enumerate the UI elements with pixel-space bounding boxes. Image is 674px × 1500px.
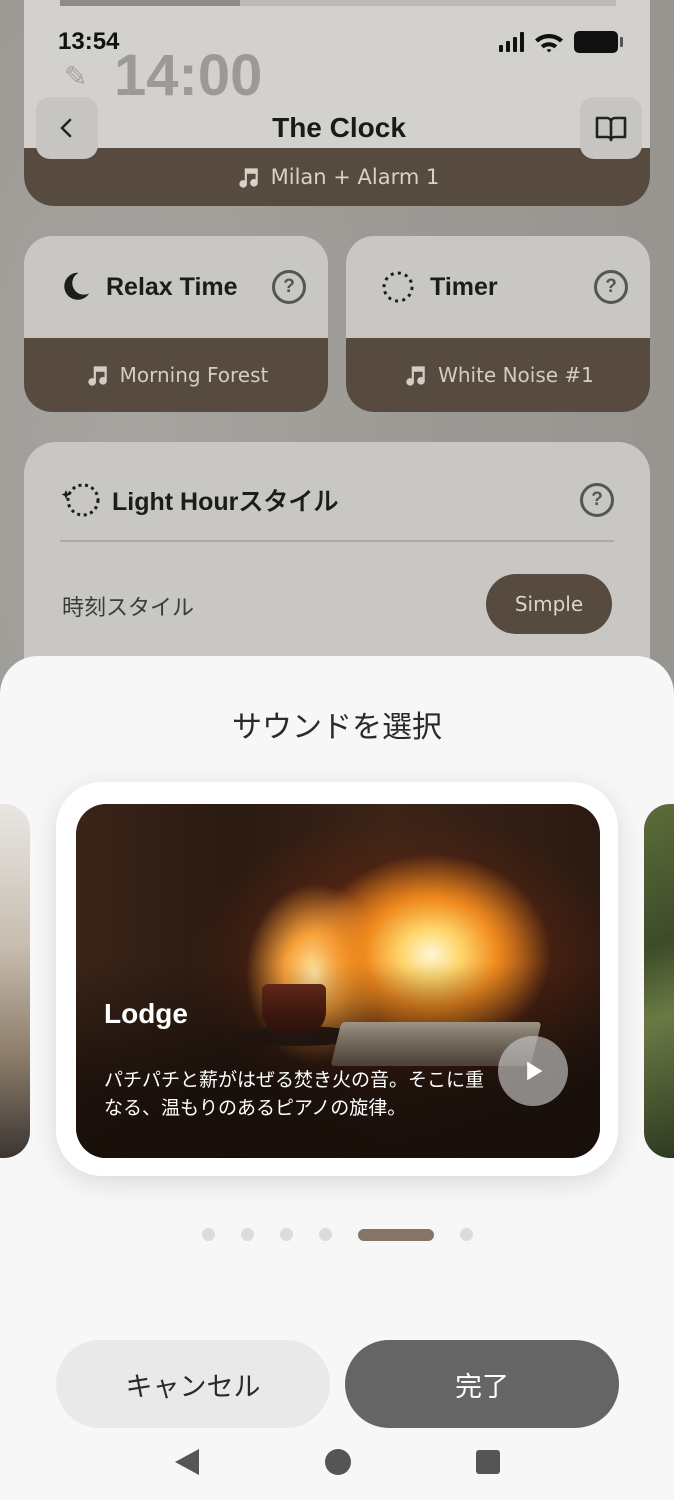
sound-description: パチパチと薪がはぜる焚き火の音。そこに重なる、温もりのあるピアノの旋律。 [104,1069,485,1119]
page-title: The Clock [272,112,406,143]
back-triangle-icon[interactable] [173,1447,201,1477]
timer-sound-band[interactable]: White Noise #1 [346,338,650,412]
sound-image: Lodge パチパチと薪がはぜる焚き火の音。そこに重なる、温もりのあるピアノの旋… [76,804,600,1158]
time-style-label: 時刻スタイル [62,596,195,621]
alarm-sound-label: Milan + Alarm 1 [270,165,440,189]
page-dot-active[interactable] [357,1228,434,1241]
recents-square-icon[interactable] [475,1449,501,1475]
sound-card-next[interactable] [644,804,674,1158]
sound-name: Lodge [104,998,188,1029]
cancel-button[interactable]: キャンセル [56,1340,330,1428]
help-icon[interactable]: ? [580,483,614,517]
page-dot[interactable] [318,1228,332,1241]
chevron-left-icon [60,118,72,138]
timer-title: Timer [430,272,498,301]
header: The Clock [36,96,642,160]
relax-time-card[interactable]: Relax Time ? Morning Forest [24,236,328,412]
home-circle-icon[interactable] [323,1447,353,1477]
sound-card-previous[interactable] [0,804,30,1158]
done-button[interactable]: 完了 [345,1340,619,1428]
battery-icon [574,31,623,53]
progress-bar [60,0,616,6]
light-hour-title: Light Hourスタイル [112,488,339,516]
music-note-icon [87,366,107,386]
status-bar: 13:54 [58,22,623,62]
back-button[interactable] [36,97,98,159]
wifi-icon [535,34,563,53]
moon-icon [64,272,90,300]
page-dot[interactable] [459,1228,473,1241]
pencil-icon: ✎ [64,60,88,93]
relax-sound-band[interactable]: Morning Forest [24,338,328,412]
help-icon[interactable]: ? [594,270,628,304]
relax-sound-label: Morning Forest [119,363,269,387]
relax-time-header: Relax Time ? [24,236,328,338]
timer-card[interactable]: Timer ? White Noise #1 [346,236,650,412]
page-dot[interactable] [201,1228,215,1241]
page-dot[interactable] [240,1228,254,1241]
play-icon [527,1061,543,1081]
time-style-button[interactable]: Simple [486,574,612,634]
play-button[interactable] [498,1036,568,1106]
guide-button[interactable] [580,97,642,159]
sheet-title: サウンドを選択 [232,710,442,745]
sound-card-current[interactable]: Lodge パチパチと薪がはぜる焚き火の音。そこに重なる、温もりのあるピアノの旋… [56,782,618,1176]
signal-icon [499,32,524,52]
music-note-icon [406,366,425,386]
divider [60,540,614,542]
timer-dashed-circle-icon [382,271,414,303]
timer-header: Timer ? [346,236,650,338]
music-note-icon [238,168,258,188]
light-hour-header: Light Hourスタイル ? [60,472,614,528]
page-dot[interactable] [279,1228,293,1241]
relax-time-title: Relax Time [106,272,238,301]
carousel-pagination [0,1228,674,1241]
status-icons [499,30,623,54]
sparkle-circle-icon [61,483,100,517]
timer-sound-label: White Noise #1 [438,363,594,387]
system-navigation-bar [0,1442,674,1482]
status-time: 13:54 [58,28,120,55]
sound-select-sheet: サウンドを選択 Lodge パチパチと薪がはぜる焚き火の音。そこに重なる、温もり… [0,656,674,1500]
book-icon [595,116,627,142]
help-icon[interactable]: ? [272,270,306,304]
